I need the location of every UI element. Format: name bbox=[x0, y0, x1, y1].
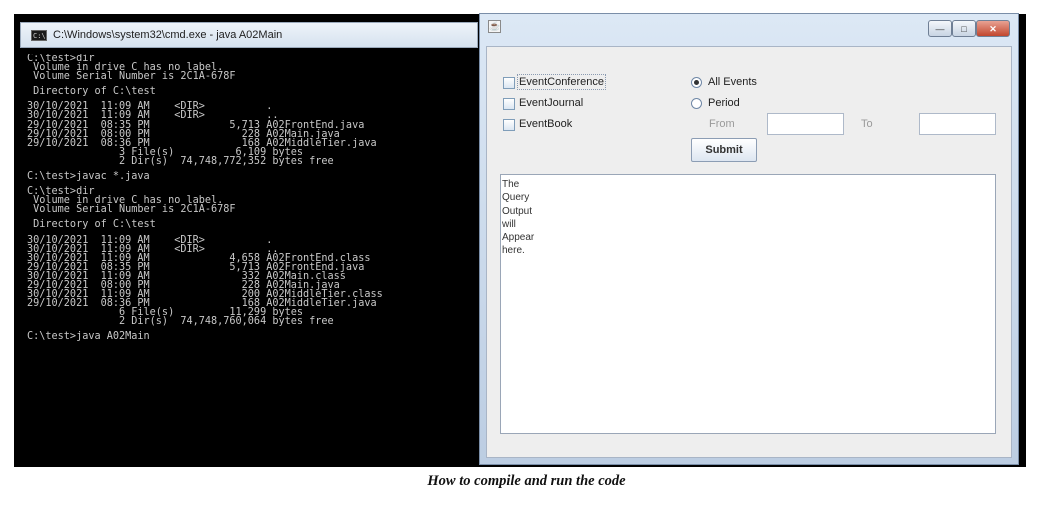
query-output-area[interactable]: The Query Output will Appear here. bbox=[500, 174, 996, 434]
to-label: To bbox=[861, 118, 873, 130]
to-date-field[interactable] bbox=[919, 113, 996, 135]
radio-label: Period bbox=[708, 97, 740, 109]
radio-circle[interactable] bbox=[691, 98, 702, 109]
output-line: here. bbox=[502, 245, 525, 257]
console-line: Directory of C:\test bbox=[27, 86, 156, 98]
from-date-field[interactable] bbox=[767, 113, 844, 135]
output-line: Output bbox=[502, 205, 533, 217]
output-line: The bbox=[502, 179, 520, 190]
console-line: C:\test>java A02Main bbox=[27, 331, 150, 343]
radio-selected-dot bbox=[694, 80, 699, 85]
console-line: Directory of C:\test bbox=[27, 219, 156, 231]
checkbox-label: EventBook bbox=[519, 118, 573, 130]
cmd-window-title: C:\Windows\system32\cmd.exe - java A02Ma… bbox=[53, 29, 283, 41]
java-app-window[interactable]: ☕ — □ ✕ EventConference EventJournal Eve… bbox=[479, 13, 1019, 465]
checkbox-label: EventConference bbox=[517, 74, 606, 90]
checkbox-label: EventJournal bbox=[519, 97, 584, 109]
java-icon: ☕ bbox=[488, 20, 501, 33]
checkbox-box[interactable] bbox=[503, 119, 515, 131]
minimize-button[interactable]: — bbox=[928, 20, 952, 37]
close-button[interactable]: ✕ bbox=[976, 20, 1010, 37]
from-label: From bbox=[709, 118, 735, 130]
checkbox-box[interactable] bbox=[503, 77, 515, 89]
figure-caption: How to compile and run the code bbox=[427, 473, 626, 489]
console-line: Volume Serial Number is 2C1A-678F bbox=[27, 71, 236, 83]
output-line: will bbox=[502, 218, 516, 230]
checkbox-box[interactable] bbox=[503, 98, 515, 110]
console-line: Volume Serial Number is 2C1A-678F bbox=[27, 204, 236, 216]
radio-circle[interactable] bbox=[691, 77, 702, 88]
cmd-titlebar[interactable]: C:\ C:\Windows\system32\cmd.exe - java A… bbox=[20, 22, 478, 48]
console-line: 2 Dir(s) 74,748,772,352 bytes free bbox=[27, 155, 334, 167]
maximize-button[interactable]: □ bbox=[952, 20, 976, 37]
console-icon: C:\ bbox=[31, 30, 47, 41]
radio-label: All Events bbox=[708, 76, 757, 88]
cmd-window[interactable]: C:\ C:\Windows\system32\cmd.exe - java A… bbox=[20, 22, 478, 462]
console-output[interactable]: C:\test>dir Volume in drive C has no lab… bbox=[27, 54, 472, 456]
console-line: 2 Dir(s) 74,748,760,064 bytes free bbox=[27, 316, 334, 328]
console-line: C:\test>javac *.java bbox=[27, 171, 150, 183]
app-content-panel: EventConference EventJournal EventBook A… bbox=[486, 46, 1012, 458]
output-line: Query bbox=[502, 192, 530, 204]
submit-button[interactable]: Submit bbox=[691, 138, 757, 162]
output-line: Appear bbox=[502, 232, 535, 244]
